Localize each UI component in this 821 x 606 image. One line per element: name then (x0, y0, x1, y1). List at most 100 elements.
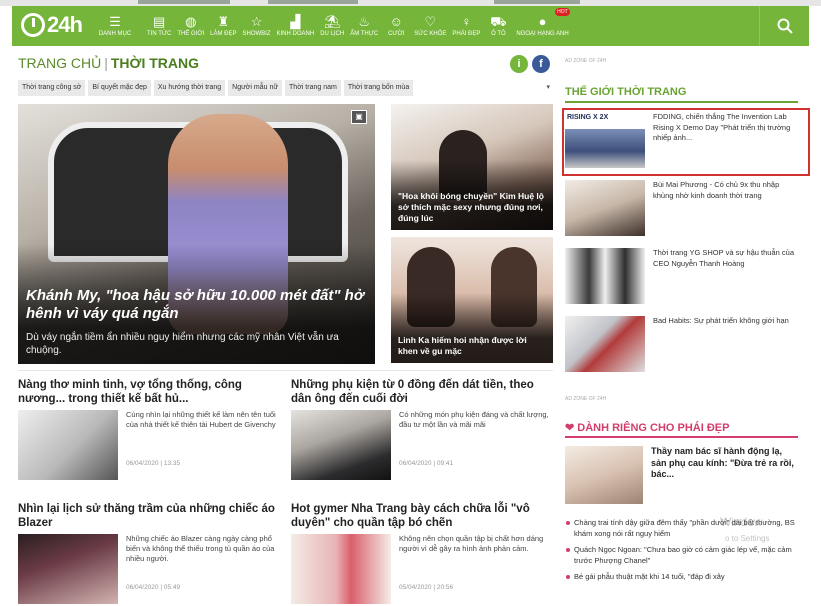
food-icon: ♨ (358, 14, 371, 29)
ad-zone-label: AD ZONE OF 24H (565, 58, 607, 64)
travel-icon: ⛱ (323, 14, 341, 29)
car-icon: ⛟ (490, 14, 507, 29)
article-body: Không nên chọn quần tập bị chất hơn dáng… (291, 534, 551, 604)
right-news-thumbnail[interactable] (565, 180, 645, 236)
nav-item-woman[interactable]: ♀ PHÁI ĐẸP (449, 6, 483, 46)
subtab[interactable]: Người mẫu nữ (228, 80, 283, 96)
women-news-list: Chàng trai tính dậy giữa đêm thấy "phần … (565, 518, 798, 589)
article-description: Không nên chọn quần tập bị chất hơn dáng… (399, 534, 544, 553)
nav-item-chart[interactable]: ▟ KINH DOANH (274, 6, 318, 46)
article-description: Có những món phụ kiện đáng và chất lượng… (399, 410, 549, 429)
nav-item-label: ẨM THỰC (350, 31, 379, 37)
nav-item-news[interactable]: ▤ TIN TỨC (144, 6, 174, 46)
divider (18, 370, 553, 371)
breadcrumb-current[interactable]: THỜI TRANG (111, 55, 199, 71)
article-date: 06/04/2020 | 09:41 (399, 460, 454, 467)
list-item[interactable]: Bé gái phẫu thuật mặt khi 14 tuổi, "đáp … (565, 572, 798, 583)
search-button[interactable] (759, 6, 809, 46)
article-date: 06/04/2020 | 13:35 (126, 460, 181, 467)
article-body: Có những món phụ kiện đáng và chất lượng… (291, 410, 551, 480)
right-news-text[interactable]: Thời trang YG SHOP và sự hậu thuẫn của C… (653, 248, 801, 269)
subtab[interactable]: Xu hướng thời trang (153, 80, 226, 96)
share-icons: i f (510, 55, 550, 73)
article-thumbnail[interactable] (291, 534, 391, 604)
star-icon: ☆ (250, 14, 263, 29)
nav-item-lipstick[interactable]: ♜ LÀM ĐẸP (207, 6, 239, 46)
nav-items: ☰ DANH MỤC ▤ TIN TỨC ◍ THẾ GIỚI ♜ LÀM ĐẸP ☆ SHOWB… (86, 6, 759, 46)
article-date: 06/04/2020 | 05:49 (126, 584, 181, 591)
os-activation-watermark: Window (720, 515, 763, 529)
list-item[interactable]: Quách Ngọc Ngoan: "Chưa bao giờ có cảm g… (565, 545, 798, 566)
nav-item-food[interactable]: ♨ ẨM THỰC (347, 6, 381, 46)
breadcrumb-home[interactable]: TRANG CHỦ (18, 55, 101, 71)
highlight-box (562, 108, 810, 176)
nav-item-label: SHOWBIZ (242, 31, 271, 37)
section-title-for-women[interactable]: ❤ DÀNH RIÊNG CHO PHÁI ĐẸP (565, 421, 729, 434)
right-news-thumbnail[interactable] (565, 316, 645, 372)
breadcrumb: TRANG CHỦ | THỜI TRANG (18, 55, 199, 71)
right-news-text[interactable]: Bùi Mai Phương - Có chủ 9x thu nhập khủn… (653, 180, 801, 201)
subtab[interactable]: Thời trang bốn mùa (343, 80, 414, 96)
globe-icon: ◍ (185, 14, 197, 29)
facebook-icon[interactable]: f (532, 55, 550, 73)
right-news-4[interactable]: Bad Habits: Sự phát triển không giới hạn (565, 316, 798, 378)
right-news-2[interactable]: Bùi Mai Phương - Có chủ 9x thu nhập khủn… (565, 180, 798, 242)
section-title-fashion-world[interactable]: THẾ GIỚI THỜI TRANG (565, 86, 686, 98)
nav-item-label: SỨC KHỎE (414, 31, 447, 37)
article-title[interactable]: Những phụ kiện từ 0 đồng đến dát tiền, t… (291, 378, 551, 406)
nav-item-star[interactable]: ☆ SHOWBIZ (240, 6, 274, 46)
subtab[interactable]: Thời trang công sở (18, 80, 86, 96)
lipstick-icon: ♜ (217, 14, 230, 29)
nav-item-globe[interactable]: ◍ THẾ GIỚI (174, 6, 207, 46)
main-navbar: 24h ☰ DANH MỤC ▤ TIN TỨC ◍ THẾ GIỚI ♜ LÀM ĐẸP ☆ S… (12, 6, 809, 46)
article-date: 05/04/2020 | 20:56 (399, 584, 454, 591)
nav-item-label: TIN TỨC (147, 31, 172, 37)
right-news-3[interactable]: Thời trang YG SHOP và sự hậu thuẫn của C… (565, 248, 798, 310)
nav-item-smile[interactable]: ☺ CƯỜI (381, 6, 411, 46)
logo-text: 24h (47, 12, 83, 38)
hero-title[interactable]: Khánh My, "hoa hậu sở hữu 10.000 mét đất… (26, 287, 366, 323)
nav-item-label: PHÁI ĐẸP (452, 31, 481, 37)
chart-icon: ▟ (290, 14, 301, 29)
article-body: Những chiếc áo Blazer càng ngày càng phổ… (18, 534, 278, 604)
article-thumbnail[interactable] (18, 410, 118, 480)
site-logo[interactable]: 24h (12, 6, 86, 46)
side-card-title[interactable]: "Hoa khôi bóng chuyền" Kim Huệ lộ sở thí… (398, 191, 548, 224)
nav-item-label: DU LỊCH (320, 31, 345, 37)
breadcrumb-separator: | (104, 55, 108, 71)
article-thumbnail[interactable] (18, 534, 118, 604)
nav-item-travel[interactable]: ⛱ DU LỊCH (317, 6, 347, 46)
nav-item-water-drop[interactable]: ● NGOẠI HẠNG ANH HOT (513, 6, 571, 46)
article-1[interactable]: Nàng thơ minh tinh, vợ tổng thống, công … (18, 378, 278, 480)
logo-label: 24h (47, 12, 83, 37)
right-news-text[interactable]: Bad Habits: Sự phát triển không giới hạn (653, 316, 801, 327)
ad-zone-label: AD ZONE OF 24H (565, 396, 607, 402)
side-card-2[interactable]: Linh Ka hiếm hoi nhận được lời khen về g… (391, 237, 553, 363)
article-description: Cùng nhìn lại những thiết kế làm nên tên… (126, 410, 276, 429)
article-2[interactable]: Những phụ kiện từ 0 đồng đến dát tiền, t… (291, 378, 551, 480)
subtabs-more-button[interactable]: ▾ (543, 80, 553, 96)
subtab[interactable]: Thời trang nam (285, 80, 341, 96)
right-news-thumbnail[interactable] (565, 248, 645, 304)
article-4[interactable]: Hot gymer Nha Trang bày cách chữa lỗi "v… (291, 502, 551, 604)
nav-item-heart[interactable]: ♡ SỨC KHỎE (411, 6, 449, 46)
nav-item-label: LÀM ĐẸP (210, 31, 237, 37)
women-top-news[interactable]: Thầy nam bác sĩ hành động lạ, sản phụ ca… (565, 446, 798, 506)
nav-item-car[interactable]: ⛟ Ô TÔ (483, 6, 513, 46)
article-title[interactable]: Hot gymer Nha Trang bày cách chữa lỗi "v… (291, 502, 551, 530)
article-title[interactable]: Nhìn lại lịch sử thăng trầm của những ch… (18, 502, 278, 530)
subtab[interactable]: Bí quyết mặc đẹp (88, 80, 151, 96)
side-card-title[interactable]: Linh Ka hiếm hoi nhận được lời khen về g… (398, 335, 548, 357)
hero-article[interactable]: ▣ Khánh My, "hoa hậu sở hữu 10.000 mét đ… (18, 104, 375, 364)
women-top-title[interactable]: Thầy nam bác sĩ hành động lạ, sản phụ ca… (651, 446, 797, 481)
article-description: Những chiếc áo Blazer càng ngày càng phổ… (126, 534, 275, 563)
nav-item-menu[interactable]: ☰ DANH MỤC (86, 6, 144, 46)
section-underline (565, 436, 798, 438)
women-top-thumbnail[interactable] (565, 446, 643, 504)
category-subtabs: Thời trang công sở Bí quyết mặc đẹp Xu hướ… (18, 80, 553, 96)
side-card-1[interactable]: "Hoa khôi bóng chuyền" Kim Huệ lộ sở thí… (391, 104, 553, 230)
article-3[interactable]: Nhìn lại lịch sử thăng trầm của những ch… (18, 502, 278, 604)
article-thumbnail[interactable] (291, 410, 391, 480)
article-title[interactable]: Nàng thơ minh tinh, vợ tổng thống, công … (18, 378, 278, 406)
info-icon[interactable]: i (510, 55, 528, 73)
